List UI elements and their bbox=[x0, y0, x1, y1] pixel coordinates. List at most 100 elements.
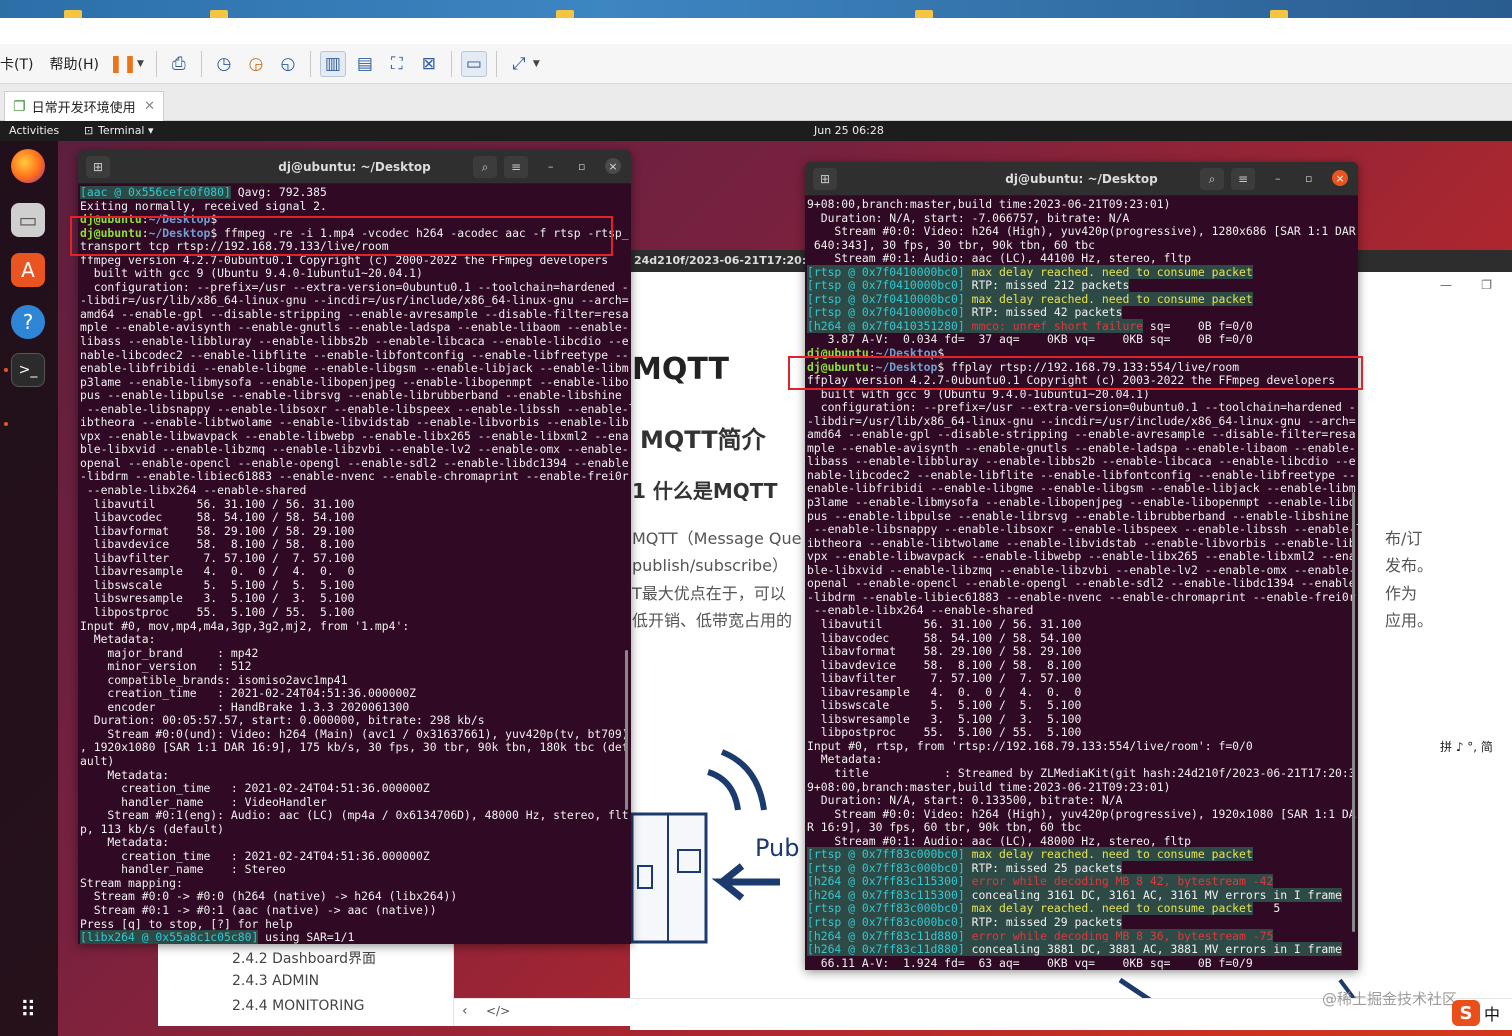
pause-icon[interactable]: ❚❚ bbox=[109, 51, 138, 77]
terminal-text: transport tcp rtsp://192.168.79.133/live… bbox=[80, 239, 389, 254]
terminal-line: pus --enable-libpulse --enable-librsvg -… bbox=[807, 509, 1358, 524]
terminal-line: libass --enable-libbluray --enable-libbs… bbox=[80, 334, 631, 349]
search-icon[interactable]: ⌕ bbox=[473, 156, 497, 178]
terminal-text: creation_time : 2021-02-24T04:51:36.0000… bbox=[80, 781, 430, 796]
terminal-icon[interactable]: >_ bbox=[11, 353, 45, 387]
terminal-text: 9+08:00,branch:master,build time:2023-06… bbox=[807, 779, 1171, 794]
terminal-text: libass --enable-libbluray --enable-libbs… bbox=[807, 454, 1356, 469]
software-icon[interactable]: A bbox=[11, 253, 45, 287]
terminal-text: pus --enable-libpulse --enable-librsvg -… bbox=[80, 388, 622, 403]
minimize-icon[interactable]: — bbox=[1440, 278, 1452, 292]
terminal-text: max delay reached. need to consume packe… bbox=[964, 264, 1253, 279]
clock[interactable]: Jun 25 06:28 bbox=[814, 124, 884, 137]
terminal-line: Metadata: bbox=[80, 768, 631, 783]
terminal-text: p3lame --enable-libmysofa --enable-libop… bbox=[80, 374, 629, 389]
terminal-line: libpostproc 55. 5.100 / 55. 5.100 bbox=[807, 726, 1358, 740]
close-icon[interactable]: ✕ bbox=[144, 99, 155, 114]
toolbar-divider bbox=[309, 50, 311, 77]
unity-icon[interactable]: ⊠ bbox=[416, 51, 442, 77]
terminal-line: [h264 @ 0x7ff83c115300] error while deco… bbox=[807, 874, 1358, 889]
terminal-line: minor_version : 512 bbox=[80, 659, 631, 674]
close-icon[interactable]: × bbox=[605, 158, 621, 174]
terminal-line: creation_time : 2021-02-24T04:51:36.0000… bbox=[80, 849, 631, 864]
menu-help[interactable]: 帮助(H) bbox=[41, 54, 106, 74]
menu-tab[interactable]: 卡(T) bbox=[0, 54, 41, 74]
terminal-text: libavcodec 58. 54.100 / 58. 54.100 bbox=[80, 510, 355, 525]
terminal-text: [rtsp @ 0x7ff83c000bc0] bbox=[807, 901, 965, 916]
scrollbar[interactable] bbox=[625, 650, 628, 810]
terminal-text: sq= 0B f=0/0 bbox=[1143, 318, 1253, 333]
terminal-text: 3.87 A-V: 0.034 fd= 37 aq= 0KB vq= 0KB s… bbox=[807, 332, 1253, 347]
terminal-text: Press [q] to stop, [?] for help bbox=[80, 916, 293, 931]
help-icon[interactable]: ? bbox=[11, 305, 45, 339]
thumbnail-icon[interactable]: ▤ bbox=[352, 51, 378, 77]
terminal-text: vpx --enable-libwavpack --enable-libwebp… bbox=[807, 549, 1356, 564]
terminal-text: RTP: missed 29 packets bbox=[964, 914, 1123, 929]
terminal-text: minor_version : 512 bbox=[80, 659, 252, 674]
terminal-text: libavfilter 7. 57.100 / 7. 57.100 bbox=[807, 671, 1082, 686]
chevron-down-icon[interactable]: ▼ bbox=[533, 59, 540, 69]
terminal-line: Stream #0:0(und): Video: h264 (Main) (av… bbox=[80, 727, 631, 742]
terminal-window-left[interactable]: ⊞ dj@ubuntu: ~/Desktop ⌕ ≡ – ▫ × [aac @ … bbox=[78, 150, 631, 944]
terminal-text: libswresample 3. 5.100 / 3. 5.100 bbox=[807, 711, 1082, 726]
terminal-line: [h264 @ 0x7ff83c11d880] concealing 3881 … bbox=[807, 942, 1358, 957]
firefox-icon[interactable] bbox=[11, 149, 45, 183]
activities-button[interactable]: Activities bbox=[9, 124, 59, 137]
console-icon[interactable]: ▭ bbox=[460, 50, 487, 77]
terminal-text: ~/Desktop bbox=[875, 359, 938, 374]
terminal-line: 640:343], 30 fps, 30 tbr, 90k tbn, 60 tb… bbox=[807, 238, 1358, 253]
fullscreen-icon[interactable]: ⛶ bbox=[384, 51, 410, 77]
app-grid-icon[interactable]: ⠿ bbox=[11, 993, 45, 1027]
restore-icon[interactable]: ❐ bbox=[1481, 278, 1492, 292]
tab-vm[interactable]: ❐ 日常开发环境使用 ✕ bbox=[4, 91, 164, 121]
terminal-line: [aac @ 0x556cefc0f080] Qavg: 792.385 bbox=[80, 186, 631, 200]
scrollbar[interactable] bbox=[1352, 492, 1355, 932]
sidebar-icon[interactable]: ▥ bbox=[319, 50, 346, 77]
snapshot-icon[interactable]: ◷ bbox=[211, 51, 237, 77]
manage-snapshots-icon[interactable]: ◵ bbox=[275, 51, 301, 77]
doc-paragraph-line: 布/订 bbox=[1385, 529, 1423, 548]
code-icon[interactable]: </> bbox=[486, 1004, 510, 1018]
terminal-line: libswscale 5. 5.100 / 5. 5.100 bbox=[80, 578, 631, 593]
hamburger-menu-icon[interactable]: ≡ bbox=[504, 156, 528, 178]
terminal-text: ~/Desktop bbox=[875, 346, 938, 361]
terminal-text: [rtsp @ 0x7f0410000bc0] bbox=[807, 278, 965, 293]
hamburger-menu-icon[interactable]: ≡ bbox=[1231, 168, 1255, 190]
terminal-text: : bbox=[868, 346, 876, 361]
maximize-icon[interactable]: ▫ bbox=[1305, 172, 1312, 185]
toc-item[interactable]: 2.4.4 MONITORING bbox=[232, 998, 365, 1014]
maximize-icon[interactable]: ▫ bbox=[578, 160, 585, 173]
toolbar-divider bbox=[200, 50, 202, 77]
terminal-line: [rtsp @ 0x7f0410000bc0] RTP: missed 42 p… bbox=[807, 305, 1358, 320]
terminal-output[interactable]: [aac @ 0x556cefc0f080] Qavg: 792.385 Exit… bbox=[78, 186, 631, 944]
files-icon[interactable]: ▭ bbox=[11, 203, 45, 237]
minimize-icon[interactable]: – bbox=[548, 160, 554, 173]
terminal-text: mmco: unref short failure bbox=[964, 318, 1144, 333]
toc-item[interactable]: 2.4.2 Dashboard界面 bbox=[232, 948, 376, 968]
search-icon[interactable]: ⌕ bbox=[1200, 168, 1224, 190]
send-keys-icon[interactable]: ⎙ bbox=[166, 51, 192, 77]
ime-indicator[interactable]: S 中 bbox=[1452, 998, 1512, 1028]
stretch-icon[interactable]: ⤢ bbox=[506, 51, 532, 77]
minimize-icon[interactable]: – bbox=[1275, 172, 1281, 185]
toc-pane: 2.4.2 Dashboard界面 2.4.3 ADMIN 2.4.4 MONI… bbox=[158, 940, 454, 1026]
chevron-down-icon[interactable]: ▼ bbox=[137, 59, 144, 69]
terminal-line: enable-libfribidi --enable-libgme --enab… bbox=[80, 361, 631, 376]
terminal-line: openal --enable-opencl --enable-opengl -… bbox=[807, 577, 1358, 591]
toc-item[interactable]: 2.4.3 ADMIN bbox=[232, 973, 319, 989]
chevron-left-icon[interactable]: ‹ bbox=[462, 1003, 468, 1019]
app-menu[interactable]: Terminal ▾ bbox=[98, 124, 154, 137]
terminal-text: Stream #0:1: Audio: aac (LC), 44100 Hz, … bbox=[807, 251, 1192, 266]
terminal-text: -libdir=/usr/lib/x86_64-linux-gnu --incd… bbox=[80, 293, 629, 308]
ime-toolbar[interactable]: 拼 ♪ °, 简 bbox=[1436, 735, 1512, 757]
close-icon[interactable]: × bbox=[1332, 170, 1348, 186]
running-indicator bbox=[4, 368, 8, 372]
terminal-line: Stream mapping: bbox=[80, 876, 631, 891]
revert-icon[interactable]: ◶ bbox=[243, 51, 269, 77]
terminal-text: openal --enable-opencl --enable-opengl -… bbox=[80, 455, 629, 470]
terminal-window-right[interactable]: ⊞ dj@ubuntu: ~/Desktop ⌕ ≡ – ▫ × 9+08:00… bbox=[805, 162, 1358, 970]
terminal-line: libavresample 4. 0. 0 / 4. 0. 0 bbox=[807, 685, 1358, 700]
terminal-line: major_brand : mp42 bbox=[80, 646, 631, 661]
terminal-output[interactable]: 9+08:00,branch:master,build time:2023-06… bbox=[805, 198, 1358, 970]
terminal-line: ffplay version 4.2.7-0ubuntu0.1 Copyrigh… bbox=[807, 373, 1358, 388]
